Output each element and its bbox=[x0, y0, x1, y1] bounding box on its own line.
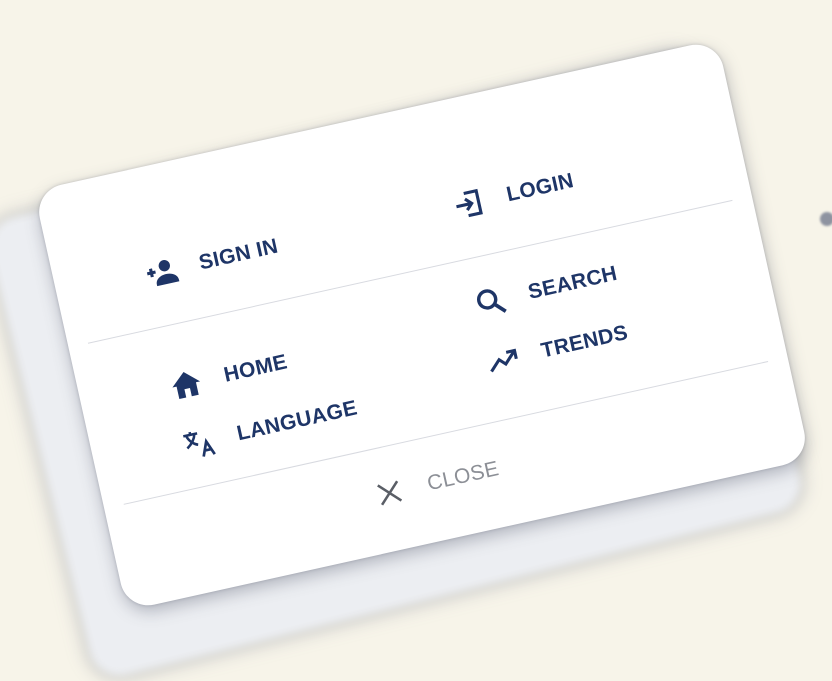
background-dot bbox=[820, 212, 832, 226]
login-icon bbox=[449, 184, 490, 225]
translate-icon bbox=[179, 423, 220, 464]
menu-item-label: SIGN IN bbox=[196, 234, 281, 275]
menu-item-label: LOGIN bbox=[504, 169, 576, 207]
menu-item-login[interactable]: LOGIN bbox=[449, 164, 577, 224]
menu-item-sign-in[interactable]: SIGN IN bbox=[141, 230, 281, 293]
trending-up-icon bbox=[483, 340, 524, 381]
menu-item-trends[interactable]: TRENDS bbox=[483, 316, 631, 380]
close-label: CLOSE bbox=[425, 457, 502, 496]
menu-item-label: TRENDS bbox=[539, 320, 631, 363]
close-icon bbox=[369, 473, 410, 514]
menu-item-home[interactable]: HOME bbox=[166, 345, 291, 404]
home-icon bbox=[166, 364, 207, 405]
add-person-icon bbox=[141, 252, 182, 293]
menu-item-label: LANGUAGE bbox=[234, 396, 360, 446]
close-button[interactable]: CLOSE bbox=[369, 452, 502, 513]
search-icon bbox=[470, 281, 511, 322]
menu-item-language[interactable]: LANGUAGE bbox=[179, 391, 361, 463]
menu-item-label: HOME bbox=[221, 350, 290, 387]
menu-item-label: SEARCH bbox=[526, 261, 620, 304]
menu-item-search[interactable]: SEARCH bbox=[470, 257, 620, 322]
